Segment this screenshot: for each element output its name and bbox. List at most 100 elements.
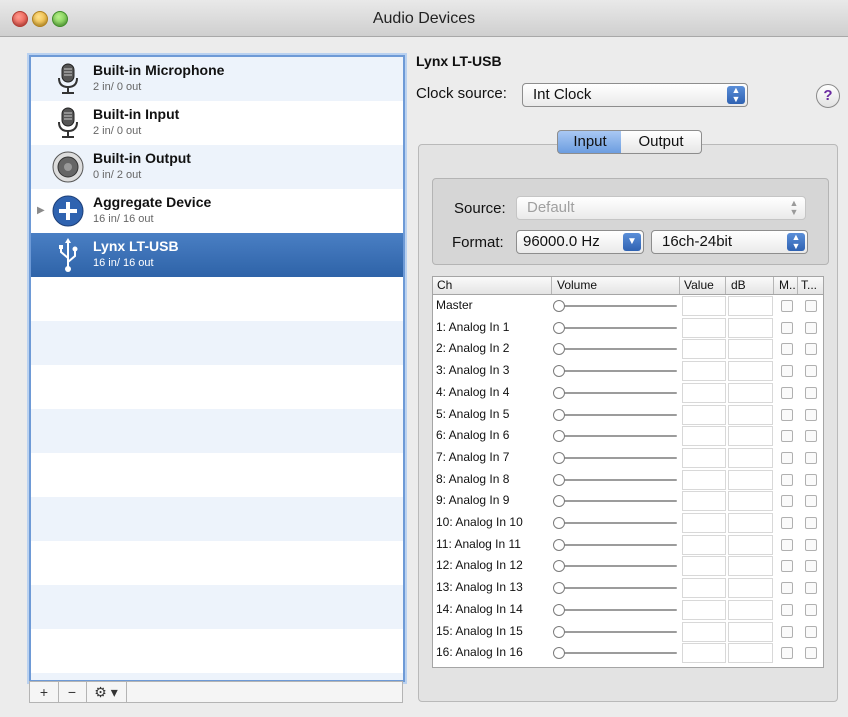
device-item[interactable]: Built-in Microphone 2 in/ 0 out [31,57,403,101]
slider-knob[interactable] [553,300,565,312]
volume-slider[interactable] [553,365,677,378]
volume-slider[interactable] [553,430,677,443]
value-field[interactable] [682,296,726,316]
volume-slider[interactable] [553,582,677,595]
db-field[interactable] [728,556,773,577]
value-field[interactable] [682,382,726,403]
sample-rate-popup[interactable]: 96000.0 Hz ▼ [516,230,644,254]
db-field[interactable] [728,296,773,316]
thru-checkbox[interactable] [805,386,817,399]
volume-slider[interactable] [553,625,677,638]
volume-slider[interactable] [553,408,677,421]
slider-knob[interactable] [553,538,565,551]
column-value[interactable]: Value [684,278,714,292]
db-field[interactable] [728,361,773,382]
thru-checkbox[interactable] [805,408,817,421]
slider-knob[interactable] [553,473,565,486]
thru-checkbox[interactable] [805,343,817,356]
volume-slider[interactable] [553,517,677,529]
slider-knob[interactable] [553,321,565,334]
column-ch[interactable]: Ch [437,278,452,292]
volume-slider[interactable] [553,603,677,616]
thru-checkbox[interactable] [805,582,817,595]
value-field[interactable] [682,578,726,599]
thru-checkbox[interactable] [805,538,817,551]
volume-slider[interactable] [553,300,677,312]
db-field[interactable] [728,404,773,425]
volume-slider[interactable] [553,495,677,508]
db-field[interactable] [728,621,773,642]
thru-checkbox[interactable] [805,451,817,464]
value-field[interactable] [682,469,726,490]
mute-checkbox[interactable] [781,647,793,660]
thru-checkbox[interactable] [805,603,817,616]
value-field[interactable] [682,361,726,382]
db-field[interactable] [728,447,773,468]
db-field[interactable] [728,643,773,664]
volume-slider[interactable] [553,560,677,573]
slider-knob[interactable] [553,451,565,464]
mute-checkbox[interactable] [781,408,793,421]
value-field[interactable] [682,317,726,338]
device-item[interactable]: Lynx LT-USB 16 in/ 16 out [31,233,403,277]
mute-checkbox[interactable] [781,560,793,573]
mute-checkbox[interactable] [781,582,793,595]
slider-knob[interactable] [553,408,565,421]
thru-checkbox[interactable] [805,321,817,334]
bit-depth-popup[interactable]: 16ch-24bit ▲ ▼ [651,230,808,254]
value-field[interactable] [682,426,726,447]
mute-checkbox[interactable] [781,430,793,443]
slider-knob[interactable] [553,365,565,378]
slider-knob[interactable] [553,647,565,660]
volume-slider[interactable] [553,473,677,486]
slider-knob[interactable] [553,560,565,573]
mute-checkbox[interactable] [781,300,793,312]
column-thru[interactable]: T... [801,278,817,292]
value-field[interactable] [682,534,726,555]
thru-checkbox[interactable] [805,473,817,486]
value-field[interactable] [682,621,726,642]
device-item[interactable]: ▶ Aggregate Device 16 in/ 16 out [31,189,403,233]
device-item[interactable]: Built-in Output 0 in/ 2 out [31,145,403,189]
slider-knob[interactable] [553,625,565,638]
mute-checkbox[interactable] [781,365,793,378]
volume-slider[interactable] [553,343,677,356]
value-field[interactable] [682,513,726,533]
thru-checkbox[interactable] [805,495,817,508]
action-menu-button[interactable]: ⚙ ▾ [86,682,127,702]
db-field[interactable] [728,534,773,555]
thru-checkbox[interactable] [805,365,817,378]
volume-slider[interactable] [553,451,677,464]
mute-checkbox[interactable] [781,321,793,334]
column-volume[interactable]: Volume [557,278,597,292]
slider-knob[interactable] [553,582,565,595]
slider-knob[interactable] [553,386,565,399]
help-button[interactable]: ? [816,84,840,108]
thru-checkbox[interactable] [805,647,817,660]
title-bar[interactable]: Audio Devices [0,0,848,37]
thru-checkbox[interactable] [805,560,817,573]
volume-slider[interactable] [553,386,677,399]
mute-checkbox[interactable] [781,386,793,399]
volume-slider[interactable] [553,321,677,334]
slider-knob[interactable] [553,343,565,356]
slider-knob[interactable] [553,603,565,616]
thru-checkbox[interactable] [805,430,817,443]
mute-checkbox[interactable] [781,343,793,356]
value-field[interactable] [682,447,726,468]
mute-checkbox[interactable] [781,538,793,551]
db-field[interactable] [728,599,773,620]
value-field[interactable] [682,404,726,425]
db-field[interactable] [728,491,773,512]
device-list[interactable]: Built-in Microphone 2 in/ 0 out Built-in I… [29,55,405,682]
slider-knob[interactable] [553,495,565,508]
value-field[interactable] [682,491,726,512]
volume-slider[interactable] [553,647,677,660]
db-field[interactable] [728,469,773,490]
mute-checkbox[interactable] [781,603,793,616]
mute-checkbox[interactable] [781,451,793,464]
mute-checkbox[interactable] [781,473,793,486]
tab-output[interactable]: Output [621,130,702,154]
db-field[interactable] [728,382,773,403]
column-db[interactable]: dB [731,278,746,292]
